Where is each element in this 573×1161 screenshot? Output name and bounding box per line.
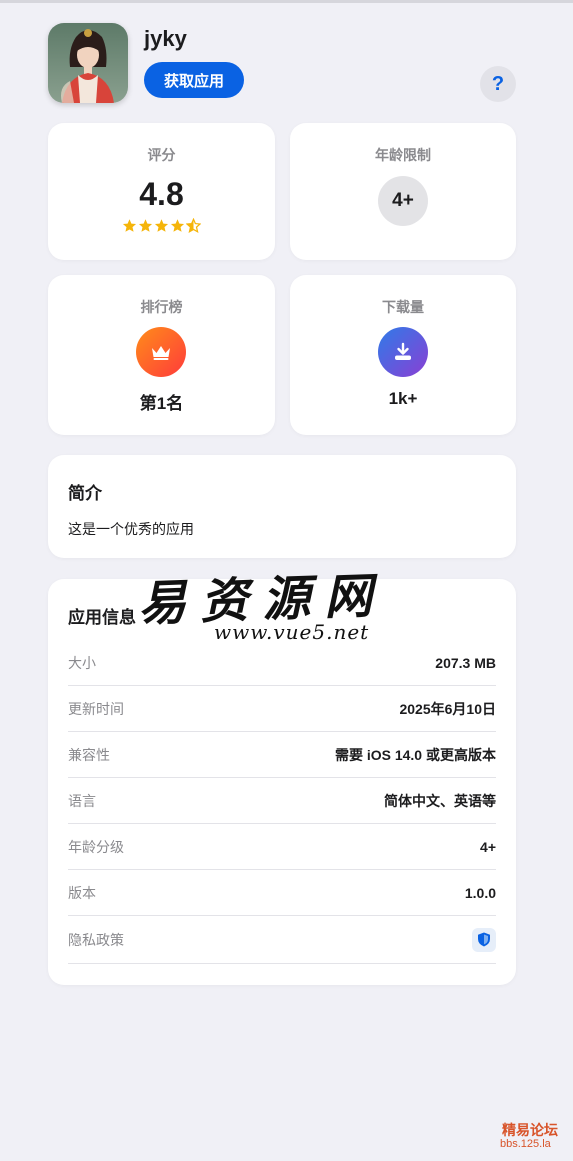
info-row-age-rating: 年龄分级 4+	[68, 824, 496, 870]
half-star-icon	[186, 218, 201, 233]
download-icon	[378, 327, 428, 377]
age-limit-label: 年龄限制	[375, 147, 431, 163]
info-row-compatibility: 兼容性 需要 iOS 14.0 或更高版本	[68, 732, 496, 778]
info-key: 兼容性	[68, 746, 110, 763]
info-key: 年龄分级	[68, 838, 124, 855]
star-icon	[122, 219, 137, 232]
forum-watermark-name: 精易论坛	[502, 1122, 558, 1138]
info-row-version: 版本 1.0.0	[68, 870, 496, 916]
star-rating	[48, 218, 275, 233]
info-key: 大小	[68, 654, 96, 671]
info-row-privacy: 隐私政策	[68, 916, 496, 964]
star-icon	[138, 219, 153, 232]
top-border	[0, 0, 573, 3]
downloads-value: 1k+	[388, 389, 418, 408]
help-button[interactable]: ?	[480, 66, 516, 102]
watermark-url: www.vue5.net	[214, 620, 370, 644]
info-value: 4+	[480, 838, 496, 855]
rating-label: 评分	[147, 147, 176, 163]
shield-icon	[478, 932, 490, 947]
info-key: 语言	[68, 792, 96, 809]
forum-watermark-url: bbs.125.la	[500, 1138, 551, 1150]
info-row-updated: 更新时间 2025年6月10日	[68, 686, 496, 732]
info-value: 207.3 MB	[435, 654, 496, 671]
star-icon	[170, 219, 185, 232]
info-value: 2025年6月10日	[399, 700, 496, 717]
rank-label: 排行榜	[140, 299, 183, 315]
app-icon	[48, 23, 128, 103]
intro-text: 这是一个优秀的应用	[68, 521, 194, 537]
star-icon	[154, 219, 169, 232]
info-value: 1.0.0	[464, 884, 496, 901]
info-value: 简体中文、英语等	[384, 792, 496, 809]
info-key: 更新时间	[68, 700, 124, 717]
downloads-label: 下载量	[382, 299, 424, 315]
rank-value: 第1名	[139, 394, 184, 413]
info-value: 需要 iOS 14.0 或更高版本	[334, 746, 496, 763]
info-row-language: 语言 简体中文、英语等	[68, 778, 496, 824]
age-limit-card: 年龄限制 4+	[290, 123, 516, 260]
get-app-button[interactable]: 获取应用	[144, 62, 244, 98]
app-info-title: 应用信息	[68, 608, 136, 627]
intro-card: 简介 这是一个优秀的应用	[48, 455, 516, 558]
age-limit-badge: 4+	[378, 176, 428, 226]
rating-value: 4.8	[139, 176, 184, 212]
privacy-policy-button[interactable]	[472, 927, 496, 952]
downloads-card: 下载量 1k+	[290, 275, 516, 435]
crown-icon	[136, 327, 186, 377]
info-key: 隐私政策	[68, 931, 124, 948]
rating-card: 评分 4.8	[48, 123, 275, 260]
question-icon: ?	[491, 72, 505, 95]
info-row-size: 大小 207.3 MB	[68, 640, 496, 686]
rank-card: 排行榜 第1名	[48, 275, 275, 435]
intro-title: 简介	[68, 484, 102, 503]
app-name: jyky	[144, 26, 187, 51]
info-key: 版本	[68, 884, 96, 901]
